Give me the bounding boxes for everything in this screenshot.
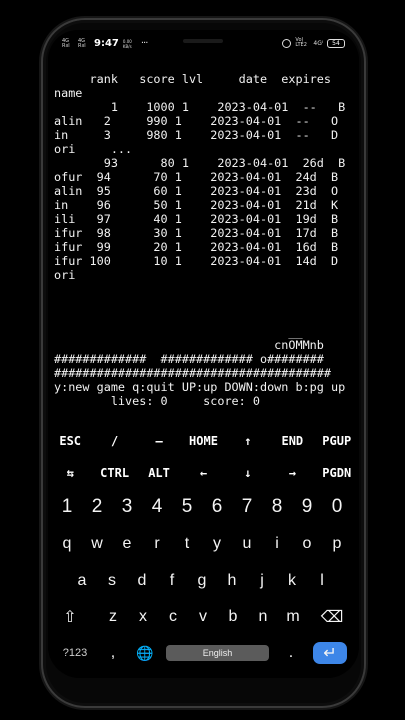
- terminal-line: ori: [54, 268, 76, 282]
- key-w[interactable]: w: [82, 526, 112, 562]
- soft-keyboard: 1234567890 qwertyuiop asdfghjkl ⇧ ⌫ zxcv…: [48, 489, 359, 678]
- terminal-line: ############# ############# o########: [54, 352, 324, 366]
- slash-key[interactable]: /: [92, 425, 136, 457]
- alarm-icon: [282, 38, 292, 48]
- shift-key[interactable]: ⇧: [50, 599, 90, 635]
- key-n[interactable]: n: [248, 599, 278, 635]
- terminal-line: 93 80 1 2023-04-01 26d B: [54, 156, 346, 170]
- sim2-signal-icon: 4G Rııl: [78, 37, 86, 49]
- left-arrow-key[interactable]: ←: [181, 457, 225, 489]
- key-b[interactable]: b: [218, 599, 248, 635]
- key-y[interactable]: y: [202, 526, 232, 562]
- more-notifications-icon: ···: [140, 38, 148, 49]
- key-6[interactable]: 6: [202, 489, 232, 525]
- terminal-line: alin 2 990 1 2023-04-01 -- O: [54, 114, 339, 128]
- battery-icon: 54: [327, 38, 345, 48]
- key-1[interactable]: 1: [52, 489, 82, 525]
- terminal-line: y:new game q:quit UP:up DOWN:down b:pg u…: [54, 380, 346, 394]
- key-9[interactable]: 9: [292, 489, 322, 525]
- key-j[interactable]: j: [247, 563, 277, 599]
- key-0[interactable]: 0: [322, 489, 352, 525]
- period-key[interactable]: .: [274, 635, 308, 671]
- key-m[interactable]: m: [278, 599, 308, 635]
- down-arrow-key[interactable]: ↓: [226, 457, 270, 489]
- terminal-line: cnO̅M̅Mnb: [54, 338, 324, 352]
- backspace-key[interactable]: ⌫: [310, 599, 354, 635]
- key-u[interactable]: u: [232, 526, 262, 562]
- key-z[interactable]: z: [98, 599, 128, 635]
- terminal-line: ifur 100 10 1 2023-04-01 14d D: [54, 254, 339, 268]
- terminal-line: alin 95 60 1 2023-04-01 23d O: [54, 184, 339, 198]
- key-o[interactable]: o: [292, 526, 322, 562]
- net-speed: 0.00 KB/s: [122, 38, 132, 49]
- key-7[interactable]: 7: [232, 489, 262, 525]
- terminal-line: ifur 98 30 1 2023-04-01 17d B: [54, 226, 339, 240]
- sim1-signal-icon: 4G Rııl: [62, 37, 70, 49]
- key-8[interactable]: 8: [262, 489, 292, 525]
- clock: 9:47: [94, 38, 119, 49]
- terminal-line: lives: 0 score: 0: [54, 394, 260, 408]
- key-5[interactable]: 5: [172, 489, 202, 525]
- escape-key[interactable]: ESC: [48, 425, 92, 457]
- terminal-line: in 3 980 1 2023-04-01 -- D: [54, 128, 339, 142]
- terminal-line: ori ...: [54, 142, 133, 156]
- terminal-output[interactable]: rank score lvl date expires name 1 1000 1…: [54, 72, 359, 408]
- key-s[interactable]: s: [97, 563, 127, 599]
- key-p[interactable]: p: [322, 526, 352, 562]
- terminal-line: ifur 99 20 1 2023-04-01 16d B: [54, 240, 339, 254]
- terminal-line: name: [54, 86, 83, 100]
- key-x[interactable]: x: [128, 599, 158, 635]
- tab-key[interactable]: ⇆: [48, 457, 92, 489]
- terminal-line: #######################################: [54, 366, 331, 380]
- phone-screen: 4G Rııl 4G Rııl 9:47 0.00 KB/s ··· Vo) L…: [48, 30, 359, 678]
- key-d[interactable]: d: [127, 563, 157, 599]
- terminal-line: ili 97 40 1 2023-04-01 19d B: [54, 212, 339, 226]
- key-i[interactable]: i: [262, 526, 292, 562]
- symbols-key[interactable]: ?123: [52, 635, 98, 671]
- terminal-line: 1 1000 1 2023-04-01 -- B: [54, 100, 346, 114]
- alt-key[interactable]: ALT: [137, 457, 181, 489]
- key-2[interactable]: 2: [82, 489, 112, 525]
- key-a[interactable]: a: [67, 563, 97, 599]
- right-arrow-key[interactable]: →: [270, 457, 314, 489]
- key-f[interactable]: f: [157, 563, 187, 599]
- key-v[interactable]: v: [188, 599, 218, 635]
- key-e[interactable]: e: [112, 526, 142, 562]
- key-3[interactable]: 3: [112, 489, 142, 525]
- space-bar[interactable]: English: [166, 645, 269, 661]
- up-arrow-key[interactable]: ↑: [226, 425, 270, 457]
- front-camera: [183, 39, 223, 43]
- enter-key[interactable]: ↵: [313, 642, 347, 664]
- key-q[interactable]: q: [52, 526, 82, 562]
- key-4[interactable]: 4: [142, 489, 172, 525]
- key-t[interactable]: t: [172, 526, 202, 562]
- terminal-line: ofur 94 70 1 2023-04-01 24d B: [54, 170, 339, 184]
- key-c[interactable]: c: [158, 599, 188, 635]
- signal-icon: 4Gᴵ: [313, 39, 323, 47]
- key-r[interactable]: r: [142, 526, 172, 562]
- volte-icon: Vo) LTE2: [295, 37, 307, 48]
- key-k[interactable]: k: [277, 563, 307, 599]
- dash-key[interactable]: —: [137, 425, 181, 457]
- page-up-key[interactable]: PGUP: [315, 425, 359, 457]
- terminal-line: rank score lvl date expires: [54, 72, 332, 86]
- key-l[interactable]: l: [307, 563, 337, 599]
- comma-key[interactable]: ,: [98, 635, 128, 671]
- extra-keys-bar: ESC / — HOME ↑ END PGUP ⇆ CTRL ALT ← ↓ → PGDN: [48, 425, 359, 489]
- terminal-line: in 96 50 1 2023-04-01 21d K: [54, 198, 339, 212]
- status-bar: 4G Rııl 4G Rııl 9:47 0.00 KB/s ··· Vo) L…: [48, 30, 359, 58]
- ctrl-key[interactable]: CTRL: [92, 457, 136, 489]
- globe-icon[interactable]: 🌐: [128, 635, 162, 671]
- home-key[interactable]: HOME: [181, 425, 225, 457]
- key-g[interactable]: g: [187, 563, 217, 599]
- page-down-key[interactable]: PGDN: [315, 457, 359, 489]
- key-h[interactable]: h: [217, 563, 247, 599]
- end-key[interactable]: END: [270, 425, 314, 457]
